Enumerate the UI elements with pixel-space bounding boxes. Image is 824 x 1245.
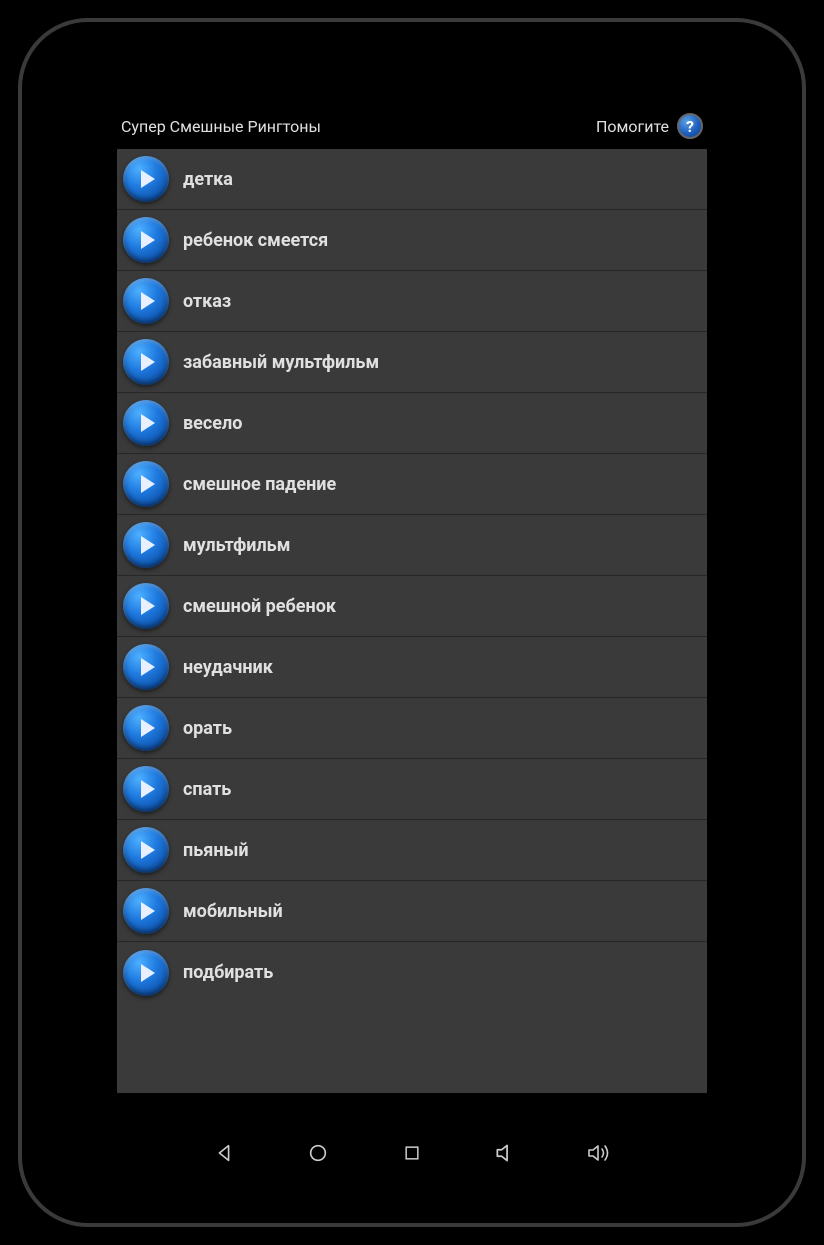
ringtone-label: весело: [183, 413, 242, 434]
list-item[interactable]: подбирать: [117, 942, 707, 1003]
help-label[interactable]: Помогите: [596, 117, 669, 136]
ringtone-label: пьяный: [183, 840, 249, 861]
device-bezel: Супер Смешные Рингтоны Помогите ? детка р…: [18, 18, 806, 1227]
play-triangle-icon: [141, 536, 155, 554]
ringtone-label: подбирать: [183, 962, 273, 983]
list-item[interactable]: мультфильм: [117, 515, 707, 576]
volume-up-button[interactable]: [585, 1138, 615, 1168]
play-triangle-icon: [141, 902, 155, 920]
list-item[interactable]: забавный мультфильм: [117, 332, 707, 393]
home-button[interactable]: [303, 1138, 333, 1168]
ringtone-label: отказ: [183, 291, 231, 312]
list-item[interactable]: мобильный: [117, 881, 707, 942]
play-icon[interactable]: [123, 522, 169, 568]
recent-apps-button[interactable]: [397, 1138, 427, 1168]
play-triangle-icon: [141, 597, 155, 615]
play-icon[interactable]: [123, 217, 169, 263]
volume-down-button[interactable]: [491, 1138, 521, 1168]
list-item[interactable]: отказ: [117, 271, 707, 332]
header-bar: Супер Смешные Рингтоны Помогите ?: [117, 107, 707, 149]
help-icon[interactable]: ?: [677, 113, 703, 139]
home-icon: [307, 1142, 329, 1164]
play-icon[interactable]: [123, 156, 169, 202]
play-icon[interactable]: [123, 827, 169, 873]
list-item[interactable]: смешное падение: [117, 454, 707, 515]
back-icon: [213, 1142, 235, 1164]
play-triangle-icon: [141, 170, 155, 188]
list-item[interactable]: весело: [117, 393, 707, 454]
play-icon[interactable]: [123, 766, 169, 812]
play-icon[interactable]: [123, 644, 169, 690]
play-triangle-icon: [141, 475, 155, 493]
ringtone-label: спать: [183, 779, 231, 800]
volume-up-icon: [586, 1139, 614, 1167]
list-item[interactable]: смешной ребенок: [117, 576, 707, 637]
play-triangle-icon: [141, 353, 155, 371]
system-navbar: [117, 1123, 707, 1183]
ringtone-label: смешное падение: [183, 474, 336, 495]
list-item[interactable]: орать: [117, 698, 707, 759]
play-triangle-icon: [141, 719, 155, 737]
ringtone-list[interactable]: детка ребенок смеется отказ забавный мультф…: [117, 149, 707, 1093]
ringtone-label: неудачник: [183, 657, 273, 678]
play-icon[interactable]: [123, 950, 169, 996]
play-icon[interactable]: [123, 339, 169, 385]
play-triangle-icon: [141, 841, 155, 859]
play-triangle-icon: [141, 292, 155, 310]
ringtone-label: мобильный: [183, 901, 283, 922]
play-triangle-icon: [141, 780, 155, 798]
ringtone-label: забавный мультфильм: [183, 352, 379, 373]
list-item[interactable]: ребенок смеется: [117, 210, 707, 271]
ringtone-label: мультфильм: [183, 535, 290, 556]
ringtone-label: ребенок смеется: [183, 230, 328, 251]
play-icon[interactable]: [123, 461, 169, 507]
ringtone-label: смешной ребенок: [183, 596, 336, 617]
play-icon[interactable]: [123, 278, 169, 324]
square-icon: [402, 1143, 422, 1163]
ringtone-label: орать: [183, 718, 232, 739]
ringtone-label: детка: [183, 169, 233, 190]
volume-down-icon: [493, 1140, 519, 1166]
play-icon[interactable]: [123, 705, 169, 751]
list-item[interactable]: пьяный: [117, 820, 707, 881]
device-frame: Супер Смешные Рингтоны Помогите ? детка р…: [0, 0, 824, 1245]
app-title: Супер Смешные Рингтоны: [121, 117, 596, 136]
back-button[interactable]: [209, 1138, 239, 1168]
app-screen: Супер Смешные Рингтоны Помогите ? детка р…: [117, 107, 707, 1093]
play-triangle-icon: [141, 658, 155, 676]
list-item[interactable]: спать: [117, 759, 707, 820]
play-triangle-icon: [141, 231, 155, 249]
play-icon[interactable]: [123, 400, 169, 446]
play-triangle-icon: [141, 964, 155, 982]
play-icon[interactable]: [123, 888, 169, 934]
list-item[interactable]: неудачник: [117, 637, 707, 698]
play-triangle-icon: [141, 414, 155, 432]
list-item[interactable]: детка: [117, 149, 707, 210]
play-icon[interactable]: [123, 583, 169, 629]
